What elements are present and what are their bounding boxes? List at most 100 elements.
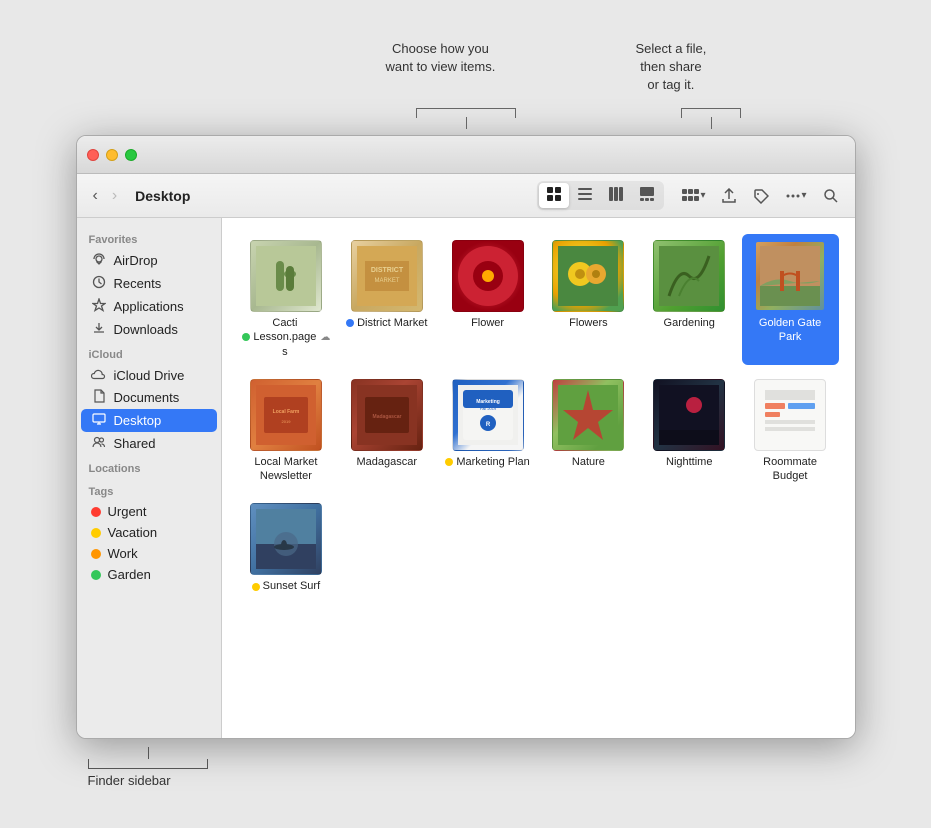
maximize-button[interactable] [125, 149, 137, 161]
file-item-gardening[interactable]: Gardening [641, 234, 738, 365]
finder-sidebar-annotation: Finder sidebar [88, 747, 208, 788]
svg-text:DISTRICT: DISTRICT [371, 267, 404, 274]
file-thumb-nighttime [653, 379, 725, 451]
sidebar-item-desktop[interactable]: Desktop [81, 409, 217, 432]
file-grid: CactiLesson.pages ☁ DISTRICT MARKET [238, 234, 839, 600]
file-item-nature[interactable]: Nature [540, 373, 637, 490]
file-thumb-golden [754, 240, 826, 312]
sidebar-item-shared[interactable]: Shared [81, 432, 217, 455]
sidebar-label-airdrop: AirDrop [114, 253, 158, 268]
anno-finder-sidebar-label: Finder sidebar [88, 773, 171, 788]
view-column-button[interactable] [601, 183, 631, 208]
sidebar-label-applications: Applications [114, 299, 184, 314]
urgent-tag-dot [91, 507, 101, 517]
file-name-row-marketing: Marketing Plan [445, 455, 529, 469]
top-annotations: Choose how youwant to view items. Select… [76, 40, 856, 135]
forward-button[interactable]: › [106, 183, 123, 209]
file-thumb-cacti [250, 240, 322, 312]
file-name-district: District Market [357, 316, 427, 330]
file-thumb-nature [552, 379, 624, 451]
documents-icon [91, 389, 107, 406]
sidebar-item-applications[interactable]: Applications [81, 295, 217, 318]
file-name-row-flower: Flower [471, 316, 504, 330]
file-item-madagascar[interactable]: Madagascar Madagascar [338, 373, 435, 490]
sidebar-section-tags: Tags [77, 478, 221, 501]
sidebar-label-icloud-drive: iCloud Drive [114, 368, 185, 383]
share-button[interactable] [715, 184, 743, 208]
sidebar-label-recents: Recents [114, 276, 162, 291]
sidebar-item-documents[interactable]: Documents [81, 386, 217, 409]
sidebar-section-favorites: Favorites [77, 226, 221, 249]
sidebar: Favorites AirDrop [77, 218, 222, 738]
annotation-view-items: Choose how youwant to view items. [386, 40, 496, 76]
sidebar-section-icloud: iCloud [77, 341, 221, 364]
file-name-sunset: Sunset Surf [263, 579, 320, 593]
file-item-roommate[interactable]: RoommateBudget [742, 373, 839, 490]
file-name-row-cacti: CactiLesson.pages ☁ [242, 316, 331, 359]
recents-icon [91, 275, 107, 292]
file-item-marketing[interactable]: Marketing Fall 2019 R Marketing Plan [439, 373, 536, 490]
sidebar-label-garden: Garden [108, 567, 151, 582]
view-icon-button[interactable] [539, 183, 569, 208]
sidebar-item-recents[interactable]: Recents [81, 272, 217, 295]
window-body: Favorites AirDrop [77, 218, 855, 738]
file-name-marketing: Marketing Plan [456, 455, 529, 469]
file-name-madagascar: Madagascar [356, 455, 417, 469]
back-button[interactable]: ‹ [87, 183, 104, 209]
airdrop-icon [91, 252, 107, 269]
svg-text:MARKET: MARKET [374, 278, 399, 284]
sidebar-item-icloud-drive[interactable]: iCloud Drive [81, 364, 217, 386]
file-name-row-flowers: Flowers [569, 316, 608, 330]
garden-tag-dot [91, 570, 101, 580]
view-list-button[interactable] [570, 183, 600, 208]
sidebar-item-tag-urgent[interactable]: Urgent [81, 501, 217, 522]
shared-icon [91, 435, 107, 452]
sidebar-section-locations: Locations [77, 455, 221, 478]
svg-text:Local Farm: Local Farm [273, 409, 300, 415]
file-item-district[interactable]: DISTRICT MARKET District Market [338, 234, 435, 365]
close-button[interactable] [87, 149, 99, 161]
file-tag-marketing [445, 458, 453, 466]
file-name-flowers: Flowers [569, 316, 608, 330]
sidebar-item-tag-work[interactable]: Work [81, 543, 217, 564]
file-thumb-sunset [250, 503, 322, 575]
search-button[interactable] [817, 184, 845, 208]
anno-line-up [148, 747, 149, 759]
toolbar-right: ▾ ▾ [676, 184, 844, 208]
minimize-button[interactable] [106, 149, 118, 161]
sidebar-item-tag-vacation[interactable]: Vacation [81, 522, 217, 543]
tag-button[interactable] [747, 184, 775, 208]
file-item-nighttime[interactable]: Nighttime [641, 373, 738, 490]
file-thumb-madagascar: Madagascar [351, 379, 423, 451]
svg-text:Marketing: Marketing [476, 399, 500, 405]
bottom-annotations: Finder sidebar [76, 739, 856, 788]
file-name-row-local-market: Local MarketNewsletter [254, 455, 317, 484]
file-item-sunset[interactable]: Sunset Surf [238, 497, 335, 599]
file-cloud-icon: ☁ [320, 332, 330, 343]
file-item-flower[interactable]: Flower [439, 234, 536, 365]
file-item-flowers[interactable]: Flowers [540, 234, 637, 365]
main-content: CactiLesson.pages ☁ DISTRICT MARKET [222, 218, 855, 738]
file-tag-sunset [252, 583, 260, 591]
sidebar-item-tag-garden[interactable]: Garden [81, 564, 217, 585]
file-thumb-flowers [552, 240, 624, 312]
sidebar-item-airdrop[interactable]: AirDrop [81, 249, 217, 272]
file-thumb-district: DISTRICT MARKET [351, 240, 423, 312]
svg-text:Fall 2019: Fall 2019 [479, 406, 496, 411]
group-button[interactable]: ▾ [676, 184, 711, 208]
file-name-row-nature: Nature [572, 455, 605, 469]
svg-text:Madagascar: Madagascar [372, 414, 401, 420]
sidebar-item-downloads[interactable]: Downloads [81, 318, 217, 341]
file-thumb-localmarket: Local Farm 2019 [250, 379, 322, 451]
file-tag-cacti [242, 333, 250, 341]
file-item-cacti[interactable]: CactiLesson.pages ☁ [238, 234, 335, 365]
file-name-row-roommate: RoommateBudget [763, 455, 817, 484]
sidebar-label-vacation: Vacation [108, 525, 158, 540]
file-thumb-gardening [653, 240, 725, 312]
file-item-local-market[interactable]: Local Farm 2019 Local MarketNewsletter [238, 373, 335, 490]
more-button[interactable]: ▾ [779, 184, 812, 208]
file-name-row-madagascar: Madagascar [356, 455, 417, 469]
file-name-row-nighttime: Nighttime [666, 455, 712, 469]
view-gallery-button[interactable] [632, 183, 662, 208]
file-item-golden-gate[interactable]: Golden Gate Park [742, 234, 839, 365]
